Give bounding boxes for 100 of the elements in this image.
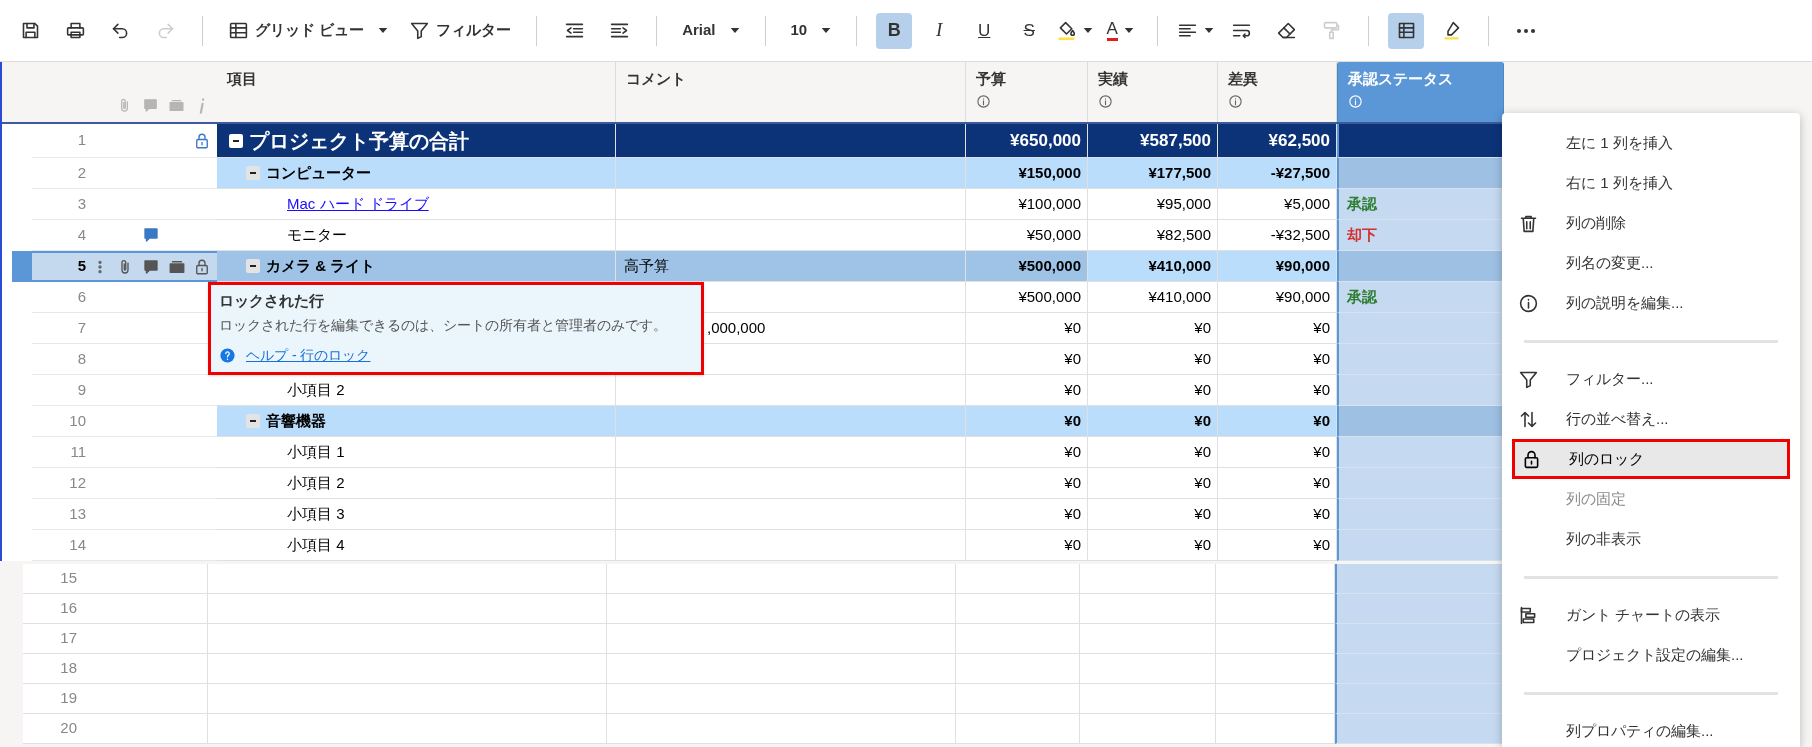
row-title: コンピューター <box>266 162 371 183</box>
column-header[interactable]: コメント <box>616 62 966 122</box>
format-button[interactable]: S <box>1011 12 1048 49</box>
comment-icon[interactable] <box>141 226 160 244</box>
table-cell: ¥0 <box>1218 344 1337 375</box>
menu-item[interactable]: 列の非表示 <box>1502 519 1800 559</box>
collapse-icon[interactable] <box>246 259 260 273</box>
toolbar-dropdown[interactable]: 10 <box>784 12 838 49</box>
menu-item[interactable]: 行の並べ替え... <box>1502 399 1800 439</box>
menu-item[interactable]: フィルター... <box>1502 359 1800 399</box>
table-cell: ¥587,500 <box>1088 124 1218 158</box>
table-cell: ¥5,000 <box>1218 189 1337 220</box>
row-number: 13 <box>68 503 87 524</box>
row-number: 3 <box>76 193 87 214</box>
toolbar-dropdown[interactable]: フィルター <box>403 12 518 49</box>
menu-item[interactable]: 右に 1 列を挿入 <box>1502 163 1800 203</box>
table-cell: ¥0 <box>1218 375 1337 406</box>
table-cell: ¥90,000 <box>1218 282 1337 313</box>
table-cell: ¥0 <box>1088 313 1218 344</box>
row-number: 18 <box>59 658 78 679</box>
table-cell: 却下 <box>1337 220 1504 251</box>
menu-item[interactable]: 左に 1 列を挿入 <box>1502 123 1800 163</box>
row-number: 7 <box>76 317 87 338</box>
row-number: 1 <box>76 130 87 151</box>
row-number: 17 <box>59 628 78 649</box>
row-title: 音響機器 <box>266 410 326 431</box>
row-number: 14 <box>68 534 87 555</box>
column-header[interactable]: 予算 <box>966 62 1088 122</box>
more-icon <box>1516 27 1537 34</box>
row-number: 9 <box>76 379 87 400</box>
format-button[interactable]: B <box>876 12 913 49</box>
info-icon <box>198 98 205 114</box>
menu-item[interactable]: 列のロック <box>1512 439 1790 479</box>
table-cell: ¥0 <box>1218 499 1337 530</box>
row-title: 小項目 3 <box>287 503 345 524</box>
info-icon <box>1518 292 1539 314</box>
row-header[interactable]: 15 <box>23 564 208 594</box>
table-cell: ¥0 <box>1088 499 1218 530</box>
table-cell: ¥0 <box>966 499 1088 530</box>
table-cell: ¥0 <box>966 530 1088 561</box>
menu-item[interactable]: 列名の変更... <box>1502 243 1800 283</box>
tooltip-title: ロックされた行 <box>219 291 325 311</box>
grid-icon <box>228 20 249 41</box>
row-title: プロジェクト予算の合計 <box>249 128 469 154</box>
row-header[interactable]: 5 <box>32 251 217 282</box>
row-header[interactable]: 17 <box>23 624 208 654</box>
menu-item[interactable]: 列の削除 <box>1502 203 1800 243</box>
row-header[interactable]: 20 <box>23 714 208 744</box>
collapse-icon[interactable] <box>246 166 260 180</box>
format-button[interactable]: U <box>966 12 1003 49</box>
toolbar-button[interactable] <box>1388 12 1425 49</box>
comment-icon <box>142 97 159 114</box>
row-title: カメラ & ライト <box>266 255 376 276</box>
table-cell: ¥0 <box>966 437 1088 468</box>
collapse-icon[interactable] <box>246 414 260 428</box>
menu-item[interactable]: プロジェクト設定の編集... <box>1502 635 1800 675</box>
column-header[interactable]: 項目 <box>217 62 616 122</box>
table-cell: ¥95,000 <box>1088 189 1218 220</box>
item-link[interactable]: Mac ハード ドライブ <box>287 192 429 216</box>
table-cell: ¥0 <box>1088 406 1218 437</box>
paint-bucket-icon <box>1056 20 1078 41</box>
row-number: 10 <box>68 410 87 431</box>
table-cell: ¥90,000 <box>1218 251 1337 282</box>
table-cell: 承認 <box>1337 189 1504 220</box>
row-number: 8 <box>76 348 87 369</box>
collapse-icon[interactable] <box>229 133 243 148</box>
row-number: 6 <box>76 286 87 307</box>
toolbar-dropdown[interactable]: グリッド ビュー <box>222 12 395 49</box>
menu-item[interactable]: 列プロパティの編集... <box>1502 711 1800 747</box>
table-cell: ¥150,000 <box>966 158 1088 189</box>
row-number: 12 <box>68 472 87 493</box>
comment-icon[interactable] <box>141 257 160 276</box>
table-cell: 高予算 <box>616 251 966 282</box>
column-header[interactable]: 実績 <box>1088 62 1218 122</box>
menu-item[interactable]: ガント チャートの表示 <box>1502 595 1800 635</box>
table-cell: -¥27,500 <box>1218 158 1337 189</box>
row-header[interactable]: 19 <box>23 684 208 714</box>
row-number: 4 <box>76 224 87 245</box>
table-cell: ¥62,500 <box>1218 124 1337 158</box>
row-title: 小項目 1 <box>287 441 345 462</box>
table-cell: ¥0 <box>1218 530 1337 561</box>
row-number: 5 <box>76 256 87 277</box>
table-cell: ¥50,000 <box>966 220 1088 251</box>
eraser-icon <box>1275 20 1297 41</box>
row-number: 15 <box>59 568 78 589</box>
row-header[interactable]: 16 <box>23 594 208 624</box>
format-button[interactable]: A <box>1102 12 1139 49</box>
format-button[interactable]: I <box>921 12 958 49</box>
row-number: 16 <box>59 598 78 619</box>
table-cell: ¥0 <box>966 344 1088 375</box>
menu-item[interactable]: 列の説明を編集... <box>1502 283 1800 323</box>
row-title: 小項目 2 <box>287 379 345 400</box>
table-cell: ¥0 <box>966 375 1088 406</box>
toolbar-dropdown[interactable]: Arial <box>676 12 746 49</box>
help-link[interactable]: ヘルプ - 行のロック <box>246 344 371 366</box>
table-cell: ¥0 <box>1088 437 1218 468</box>
row-title: 小項目 2 <box>287 472 345 493</box>
table-cell: ¥0 <box>966 313 1088 344</box>
row-header[interactable]: 18 <box>23 654 208 684</box>
table-cell: ¥0 <box>966 468 1088 499</box>
